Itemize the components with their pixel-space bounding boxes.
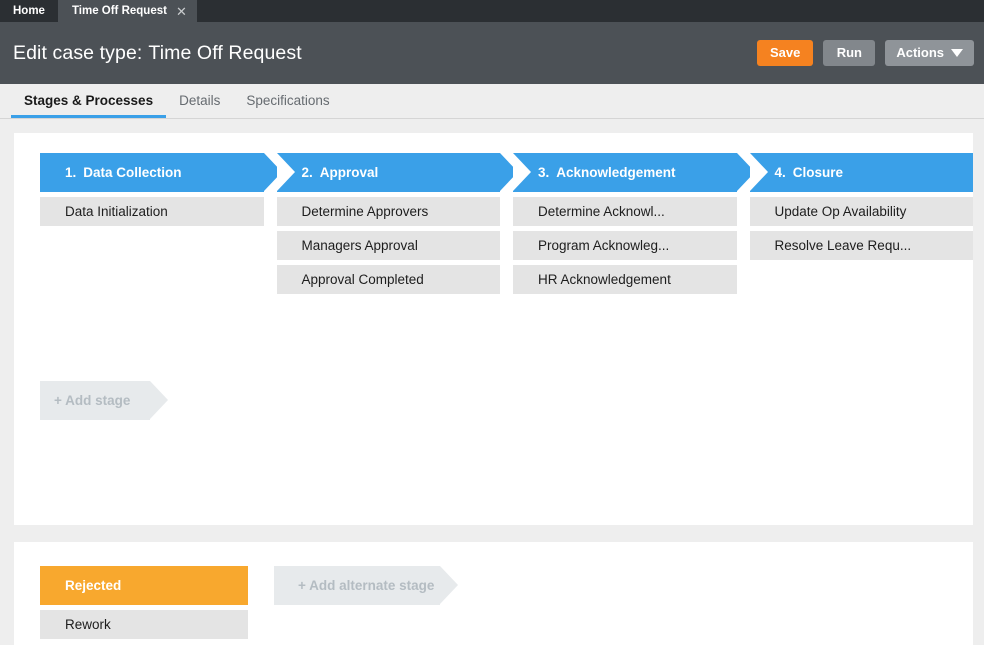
page-title: Edit case type: Time Off Request [13, 42, 302, 65]
process-program-acknowledgement[interactable]: Program Acknowleg... [513, 231, 737, 260]
page-title-case-type: Time Off Request [148, 41, 302, 64]
stage-name: Acknowledgement [556, 165, 676, 180]
stage-number: 2. [301, 165, 313, 180]
browser-tab-strip: Home Time Off Request ✕ [0, 0, 984, 22]
stage-header-data-collection[interactable]: 1. Data Collection [40, 153, 281, 192]
page-header: Edit case type: Time Off Request Save Run… [0, 22, 984, 84]
alternate-stage-header-rejected[interactable]: Rejected [40, 566, 248, 605]
stage-header-acknowledgement[interactable]: 3. Acknowledgement [513, 153, 754, 192]
stage-header-closure[interactable]: 4. Closure [749, 153, 973, 192]
process-managers-approval[interactable]: Managers Approval [276, 231, 500, 260]
save-button[interactable]: Save [756, 40, 814, 66]
stage-header-approval[interactable]: 2. Approval [276, 153, 518, 192]
tab-details[interactable]: Details [166, 93, 233, 119]
stage-row: 1. Data Collection Data Initialization 2… [40, 153, 973, 294]
process-determine-acknowledgement[interactable]: Determine Acknowl... [513, 197, 737, 226]
stage-number: 4. [774, 165, 786, 180]
actions-menu-label: Actions [896, 45, 944, 60]
stage-closure: 4. Closure Update Op Availability Resolv… [749, 153, 973, 260]
alternate-stage-rejected: Rejected Rework [40, 566, 248, 639]
browser-tab-time-off-request[interactable]: Time Off Request ✕ [57, 0, 197, 22]
stage-approval: 2. Approval Determine Approvers Managers… [276, 153, 518, 294]
chevron-down-icon [951, 49, 963, 57]
stage-data-collection: 1. Data Collection Data Initialization [40, 153, 281, 226]
process-rework[interactable]: Rework [40, 610, 248, 639]
process-approval-completed[interactable]: Approval Completed [276, 265, 500, 294]
process-data-initialization[interactable]: Data Initialization [40, 197, 264, 226]
section-tab-bar: Stages & Processes Details Specification… [0, 84, 984, 119]
stage-name: Approval [319, 165, 379, 180]
process-resolve-leave-request[interactable]: Resolve Leave Requ... [749, 231, 973, 260]
actions-menu-button[interactable]: Actions [885, 40, 974, 66]
tab-specifications[interactable]: Specifications [233, 93, 342, 119]
browser-tab-home[interactable]: Home [0, 0, 58, 22]
run-button[interactable]: Run [823, 40, 876, 66]
stage-name: Data Collection [83, 165, 182, 180]
primary-stages-panel: 1. Data Collection Data Initialization 2… [14, 133, 973, 525]
stage-acknowledgement: 3. Acknowledgement Determine Acknowl... … [513, 153, 754, 294]
process-hr-acknowledgement[interactable]: HR Acknowledgement [513, 265, 737, 294]
alternate-stage-row: Rejected Rework + Add alternate stage [40, 566, 973, 639]
add-alternate-stage-button[interactable]: + Add alternate stage [274, 566, 458, 605]
browser-tab-home-label: Home [13, 5, 45, 17]
header-action-buttons: Save Run Actions [756, 40, 974, 66]
add-stage-wrapper: + Add stage [40, 381, 973, 420]
stage-name: Closure [792, 165, 844, 180]
browser-tab-time-off-request-label: Time Off Request [71, 5, 167, 17]
page-body: 1. Data Collection Data Initialization 2… [0, 119, 984, 645]
stage-number: 1. [65, 165, 77, 180]
add-stage-button[interactable]: + Add stage [40, 381, 168, 420]
process-update-op-availability[interactable]: Update Op Availability [749, 197, 973, 226]
stage-number: 3. [538, 165, 550, 180]
tab-stages-and-processes[interactable]: Stages & Processes [11, 93, 167, 118]
process-determine-approvers[interactable]: Determine Approvers [276, 197, 500, 226]
alternate-stages-panel: Rejected Rework + Add alternate stage [14, 542, 973, 645]
page-title-prefix: Edit case type: [13, 41, 143, 64]
close-x-icon[interactable]: ✕ [176, 5, 187, 18]
